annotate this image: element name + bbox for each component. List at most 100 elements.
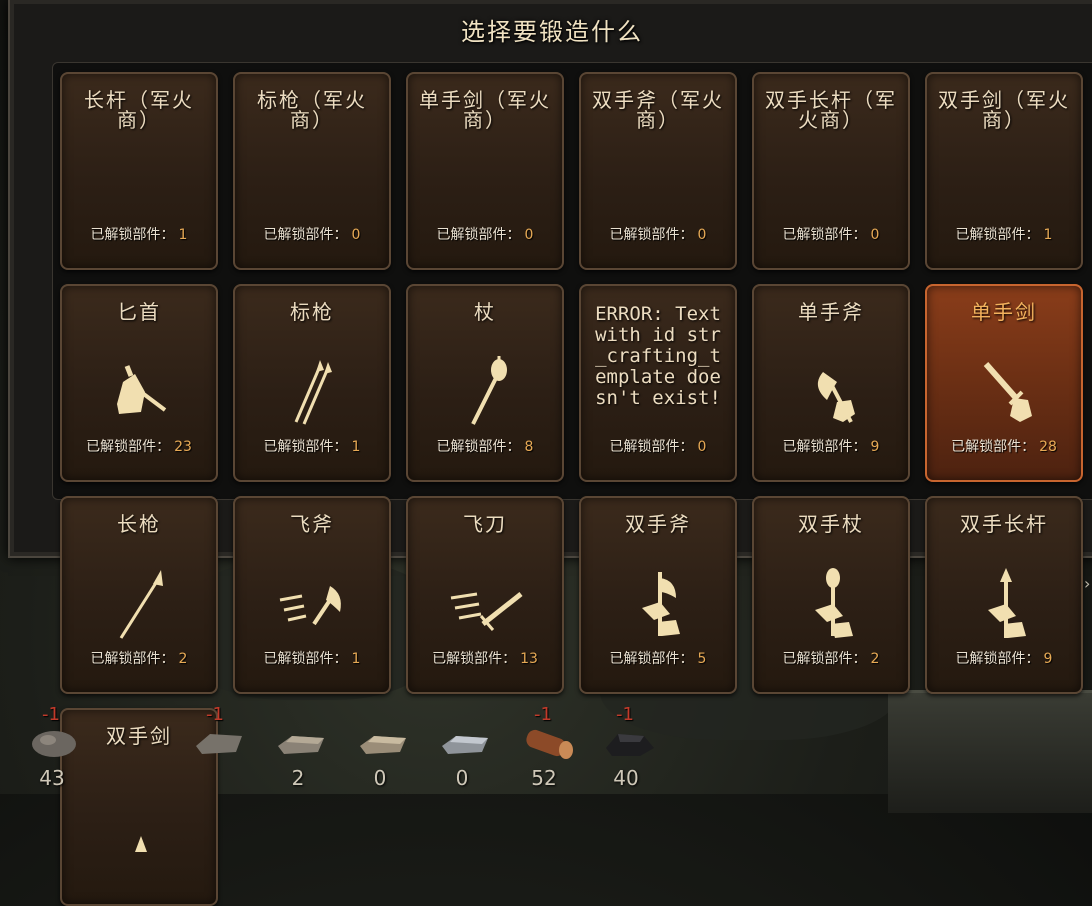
weapon-card-title: 标枪（军火商）: [257, 88, 367, 132]
weapon-card[interactable]: 双手斧已解锁部件： 5: [579, 496, 737, 694]
unlocked-parts-label: 已解锁部件：: [263, 651, 348, 667]
scroll-right-icon[interactable]: ›: [1084, 574, 1092, 598]
unlocked-parts-label: 已解锁部件：: [782, 439, 867, 455]
resource-item: -1 43: [22, 704, 82, 794]
unlocked-parts-number: 2: [178, 651, 188, 667]
weapon-card[interactable]: 双手剑（军火商） 已解锁部件： 1: [925, 72, 1083, 270]
weapon-card[interactable]: 长杆（军火商） 已解锁部件： 1: [60, 72, 218, 270]
unlocked-parts-number: 0: [524, 227, 534, 243]
weapon-card-title: 双手斧: [625, 512, 691, 536]
unlocked-parts-number: 9: [870, 439, 880, 455]
weapon-card[interactable]: 双手杖 已解锁部件： 2: [752, 496, 910, 694]
resource-delta: -1: [616, 704, 634, 725]
unlocked-parts-count: 已解锁部件： 13: [408, 648, 562, 668]
unlocked-parts-count: 已解锁部件： 9: [927, 648, 1081, 668]
hardwood-icon: [518, 724, 574, 760]
unlocked-parts-label: 已解锁部件：: [436, 227, 521, 243]
two-handed-axe-icon: [620, 564, 700, 644]
weapon-card-title: 单手剑: [971, 300, 1037, 324]
weapon-card[interactable]: 单手斧已解锁部件： 9: [752, 284, 910, 482]
unlocked-parts-label: 已解锁部件：: [609, 227, 694, 243]
charcoal-icon: [600, 724, 656, 760]
unlocked-parts-label: 已解锁部件：: [90, 227, 175, 243]
weapon-card-title: 单手剑（军火商）: [419, 88, 551, 132]
weapon-card[interactable]: 双手长杆已解锁部件： 9: [925, 496, 1083, 694]
unlocked-parts-count: 已解锁部件： 0: [754, 224, 908, 244]
crude-iron-icon: [190, 724, 246, 760]
resource-item: -1 40: [596, 704, 656, 794]
unlocked-parts-number: 23: [174, 439, 192, 455]
weapon-card-title: 匕首: [117, 300, 161, 324]
unlocked-parts-count: 已解锁部件： 23: [62, 436, 216, 456]
resource-amount: 0: [455, 766, 469, 790]
unlocked-parts-number: 5: [697, 651, 707, 667]
resource-amount: 40: [613, 766, 639, 790]
unlocked-parts-number: 8: [524, 439, 534, 455]
dialog-title: 选择要锻造什么: [461, 18, 643, 46]
resource-item: 2: [268, 722, 328, 794]
unlocked-parts-label: 已解锁部件：: [432, 651, 517, 667]
unlocked-parts-count: 已解锁部件： 0: [235, 224, 389, 244]
unlocked-parts-label: 已解锁部件：: [86, 439, 171, 455]
unlocked-parts-count: 已解锁部件： 0: [581, 436, 735, 456]
unlocked-parts-number: 0: [870, 227, 880, 243]
weapon-card[interactable]: 单手剑（军火商） 已解锁部件： 0: [406, 72, 564, 270]
resource-item: 0: [432, 722, 492, 794]
weapon-card[interactable]: 飞刀已解锁部件： 13: [406, 496, 564, 694]
unlocked-parts-count: 已解锁部件： 1: [235, 436, 389, 456]
resource-amount: 0: [373, 766, 387, 790]
weapon-card-title: 长枪: [117, 512, 161, 536]
weapon-card-title: 飞斧: [290, 512, 334, 536]
weapon-card[interactable]: 杖已解锁部件： 8: [406, 284, 564, 482]
weapon-card-title: 飞刀: [463, 512, 507, 536]
weapon-card[interactable]: 双手斧（军火商） 已解锁部件： 0: [579, 72, 737, 270]
javelin-icon: [274, 352, 354, 432]
resource-item: -1: [186, 704, 246, 794]
unlocked-parts-number: 9: [1043, 651, 1053, 667]
weapon-card[interactable]: 长枪已解锁部件： 2: [60, 496, 218, 694]
wrought-iron-icon: [272, 724, 328, 760]
two-handed-sword-icon: [101, 776, 181, 856]
weapon-card-title: 双手长杆: [960, 512, 1048, 536]
unlocked-parts-number: 0: [697, 439, 707, 455]
unlocked-parts-number: 0: [351, 227, 361, 243]
unlocked-parts-count: 已解锁部件： 0: [581, 224, 735, 244]
one-handed-axe-icon: [793, 352, 873, 432]
weapon-card[interactable]: ERROR: Text with id str_crafting_templat…: [579, 284, 737, 482]
weapon-card[interactable]: 单手剑已解锁部件： 28: [925, 284, 1083, 482]
unlocked-parts-number: 1: [351, 651, 361, 667]
unlocked-parts-number: 13: [520, 651, 538, 667]
weapon-card-title: 单手斧: [798, 300, 864, 324]
weapon-card[interactable]: 标枪（军火商） 已解锁部件： 0: [233, 72, 391, 270]
steel-ingot-icon: [436, 724, 492, 760]
resource-delta: -1: [534, 704, 552, 725]
one-handed-sword-icon: [966, 352, 1046, 432]
two-handed-polearm-icon: [966, 564, 1046, 644]
weapon-card[interactable]: 飞斧已解锁部件： 1: [233, 496, 391, 694]
resource-amount: 52: [531, 766, 557, 790]
unlocked-parts-number: 1: [178, 227, 188, 243]
weapon-card-title: ERROR: Text with id str_crafting_templat…: [595, 303, 721, 409]
resource-item: -1 52: [514, 704, 574, 794]
resource-delta: -1: [42, 704, 60, 725]
resource-amount: 43: [39, 766, 65, 790]
spear-icon: [101, 564, 181, 644]
resource-item: 0: [350, 722, 410, 794]
unlocked-parts-count: 已解锁部件： 2: [62, 648, 216, 668]
mace-icon: [447, 352, 527, 432]
iron-ore-icon: [26, 724, 82, 760]
unlocked-parts-count: 已解锁部件： 5: [581, 648, 735, 668]
weapon-card-title: 双手杖: [798, 512, 864, 536]
unlocked-parts-count: 已解锁部件： 28: [927, 436, 1081, 456]
weapon-card[interactable]: 匕首已解锁部件： 23: [60, 284, 218, 482]
throwing-knife-icon: [447, 564, 527, 644]
weapon-card-title: 杖: [474, 300, 496, 324]
dagger-icon: [101, 352, 181, 432]
unlocked-parts-label: 已解锁部件：: [782, 227, 867, 243]
unlocked-parts-number: 1: [1043, 227, 1053, 243]
unlocked-parts-label: 已解锁部件：: [955, 651, 1040, 667]
unlocked-parts-label: 已解锁部件：: [90, 651, 175, 667]
weapon-card-title: 双手剑（军火商）: [938, 88, 1070, 132]
weapon-card[interactable]: 标枪 已解锁部件： 1: [233, 284, 391, 482]
weapon-card[interactable]: 双手长杆（军火商） 已解锁部件： 0: [752, 72, 910, 270]
